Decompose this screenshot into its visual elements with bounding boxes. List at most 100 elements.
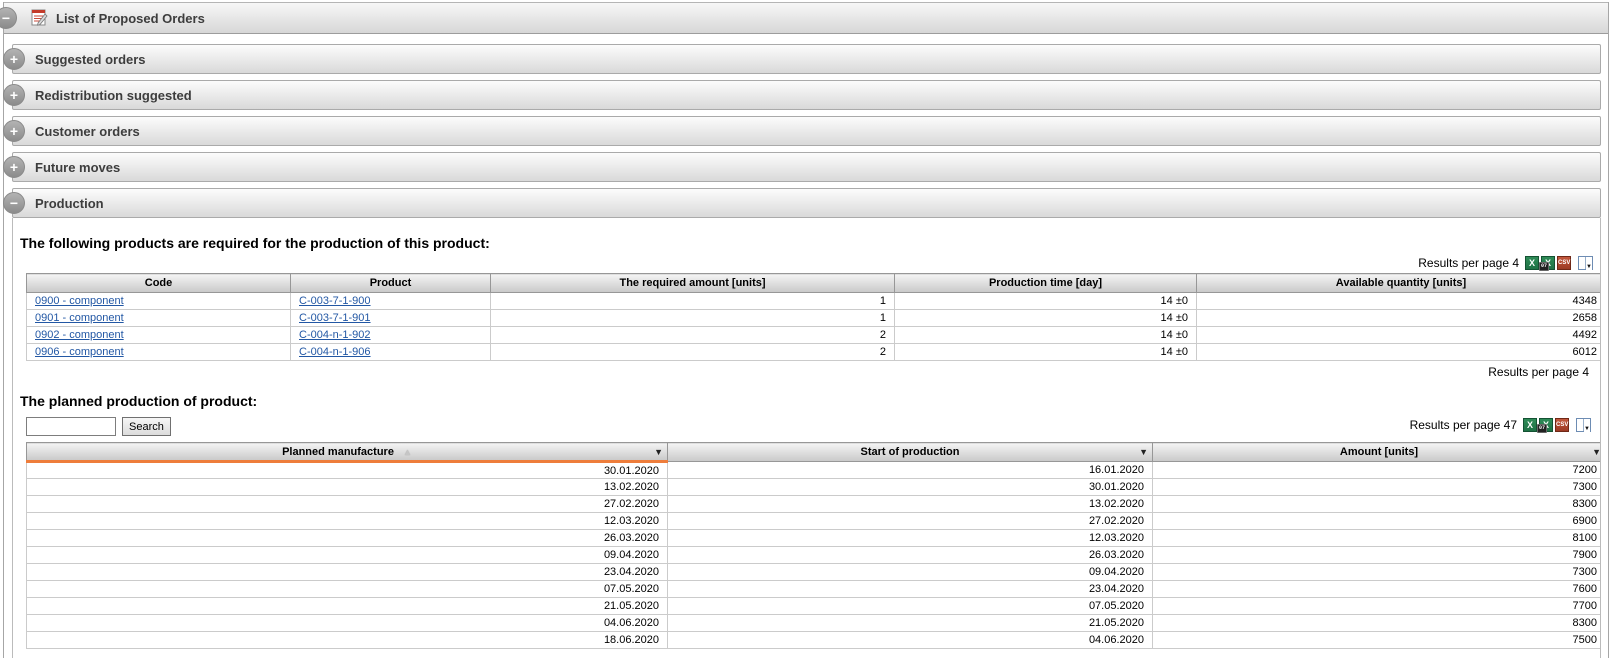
table-cell: 13.02.2020 <box>668 496 1153 513</box>
cell-link[interactable]: 0902 - component <box>35 329 124 341</box>
table-cell: 04.06.2020 <box>27 615 668 632</box>
column-menu-dropdown-icon[interactable]: ▼ <box>654 447 663 457</box>
table-cell: 23.04.2020 <box>27 564 668 581</box>
table-cell: 7700 <box>1153 598 1602 615</box>
section-customer-orders[interactable]: + Customer orders <box>12 116 1601 146</box>
column-picker-icon[interactable]: ▼ <box>1578 256 1593 270</box>
section-redistribution-suggested[interactable]: + Redistribution suggested <box>12 80 1601 110</box>
chevron-down-icon: ▼ <box>1586 264 1592 270</box>
list-of-proposed-orders-page: − List of Proposed Orders + Suggested or… <box>3 2 1609 658</box>
search-button[interactable]: Search <box>122 417 171 436</box>
cell-link[interactable]: C-004-n-1-906 <box>299 346 371 358</box>
table-cell: 7300 <box>1153 479 1602 496</box>
column-header-code[interactable]: Code <box>27 274 291 293</box>
collapse-icon[interactable]: − <box>3 192 25 214</box>
table-cell: 6012 <box>1197 344 1602 361</box>
table-cell: 1 <box>491 293 895 310</box>
table-cell: C-003-7-1-901 <box>291 310 491 327</box>
components-table-row: 0902 - component C-004-n-1-902 214 ±04492 <box>27 327 1602 344</box>
page-collapse-toggle[interactable]: − <box>0 7 17 29</box>
section-label: Redistribution suggested <box>35 88 192 103</box>
planned-table-row: 04.06.202021.05.20208300 <box>27 615 1602 632</box>
excel-badge: 07 <box>1539 262 1549 271</box>
search-input[interactable] <box>26 417 116 436</box>
table-cell: 23.04.2020 <box>668 581 1153 598</box>
column-header-start-of-production[interactable]: Start of production ▼ <box>668 443 1153 462</box>
chevron-down-icon: ▼ <box>1584 426 1590 432</box>
section-suggested-orders[interactable]: + Suggested orders <box>12 44 1601 74</box>
planned-table-row: 30.01.202016.01.20207200 <box>27 462 1602 479</box>
table-cell: 7900 <box>1153 547 1602 564</box>
table-cell: 0901 - component <box>27 310 291 327</box>
table-cell: 09.04.2020 <box>668 564 1153 581</box>
expand-icon[interactable]: + <box>3 120 25 142</box>
table-cell: 14 ±0 <box>895 327 1197 344</box>
table-cell: 0906 - component <box>27 344 291 361</box>
section-production[interactable]: − Production <box>12 188 1601 218</box>
table-cell: 30.01.2020 <box>668 479 1153 496</box>
export-excel-all-icon[interactable]: X07 <box>1539 418 1553 432</box>
table-cell: 27.02.2020 <box>27 496 668 513</box>
table-cell: 18.06.2020 <box>27 632 668 649</box>
planned-search-row: Search Results per page 47 X X07 CSV ▼ <box>20 416 1595 438</box>
document-edit-icon <box>30 9 48 27</box>
table-cell: 16.01.2020 <box>668 462 1153 479</box>
components-table: Code Product The required amount [units]… <box>26 273 1601 361</box>
expand-icon[interactable]: + <box>3 156 25 178</box>
expand-icon[interactable]: + <box>3 48 25 70</box>
column-header-amount-units[interactable]: Amount [units] ▼ <box>1153 443 1602 462</box>
table-cell: 8300 <box>1153 615 1602 632</box>
planned-table-row: 26.03.202012.03.20208100 <box>27 530 1602 547</box>
column-header-production-time[interactable]: Production time [day] <box>895 274 1197 293</box>
cell-link[interactable]: 0901 - component <box>35 312 124 324</box>
components-heading: The following products are required for … <box>20 235 1595 251</box>
excel-badge: 07 <box>1537 424 1547 433</box>
table-cell: 4492 <box>1197 327 1602 344</box>
column-label: Amount [units] <box>1340 446 1418 458</box>
section-label: Suggested orders <box>35 52 146 67</box>
column-picker-icon[interactable]: ▼ <box>1576 418 1591 432</box>
table-cell: C-004-n-1-902 <box>291 327 491 344</box>
components-table-header-row: Code Product The required amount [units]… <box>27 274 1602 293</box>
page-header: − List of Proposed Orders <box>4 2 1608 34</box>
column-menu-dropdown-icon[interactable]: ▼ <box>1139 447 1148 457</box>
cell-link[interactable]: 0906 - component <box>35 346 124 358</box>
export-excel-icon[interactable]: X <box>1523 418 1537 432</box>
results-per-page-label: Results per page 4 <box>1418 256 1519 270</box>
table-cell: 12.03.2020 <box>27 513 668 530</box>
components-table-row: 0901 - componentC-003-7-1-901114 ±02658 <box>27 310 1602 327</box>
table-cell: 12.03.2020 <box>668 530 1153 547</box>
export-csv-icon[interactable]: CSV <box>1555 418 1569 432</box>
page-title: List of Proposed Orders <box>56 11 205 26</box>
column-header-required-amount[interactable]: The required amount [units] <box>491 274 895 293</box>
export-csv-icon[interactable]: CSV <box>1557 256 1571 270</box>
column-menu-dropdown-icon[interactable]: ▼ <box>1592 447 1601 457</box>
planned-table-row: 09.04.202026.03.20207900 <box>27 547 1602 564</box>
export-excel-all-icon[interactable]: X07 <box>1541 256 1555 270</box>
table-cell: 2 <box>491 327 895 344</box>
production-panel: The following products are required for … <box>12 218 1601 658</box>
table-cell: 8300 <box>1153 496 1602 513</box>
section-future-moves[interactable]: + Future moves <box>12 152 1601 182</box>
planned-table-row: 21.05.202007.05.20207700 <box>27 598 1602 615</box>
section-label: Customer orders <box>35 124 140 139</box>
export-excel-icon[interactable]: X <box>1525 256 1539 270</box>
components-table-row: 0906 - componentC-004-n-1-906214 ±06012 <box>27 344 1602 361</box>
table-cell: 7200 <box>1153 462 1602 479</box>
cell-link[interactable]: C-003-7-1-900 <box>299 295 371 307</box>
table-cell: 21.05.2020 <box>668 615 1153 632</box>
expand-icon[interactable]: + <box>3 84 25 106</box>
sort-ascending-icon: ▲ <box>403 447 412 457</box>
table-cell: 7600 <box>1153 581 1602 598</box>
cell-link[interactable]: C-004-n-1-902 <box>299 329 371 341</box>
column-header-planned-manufacture[interactable]: Planned manufacture ▲ ▼ <box>27 443 668 462</box>
cell-link[interactable]: C-003-7-1-901 <box>299 312 371 324</box>
column-header-available-quantity[interactable]: Available quantity [units] <box>1197 274 1602 293</box>
column-header-product[interactable]: Product <box>291 274 491 293</box>
table-cell: 14 ±0 <box>895 310 1197 327</box>
planned-table-row: 27.02.202013.02.20208300 <box>27 496 1602 513</box>
cell-link[interactable]: 0900 - component <box>35 295 124 307</box>
components-results-footer: Results per page 4 <box>20 364 1593 380</box>
section-label: Future moves <box>35 160 120 175</box>
table-cell: 1 <box>491 310 895 327</box>
